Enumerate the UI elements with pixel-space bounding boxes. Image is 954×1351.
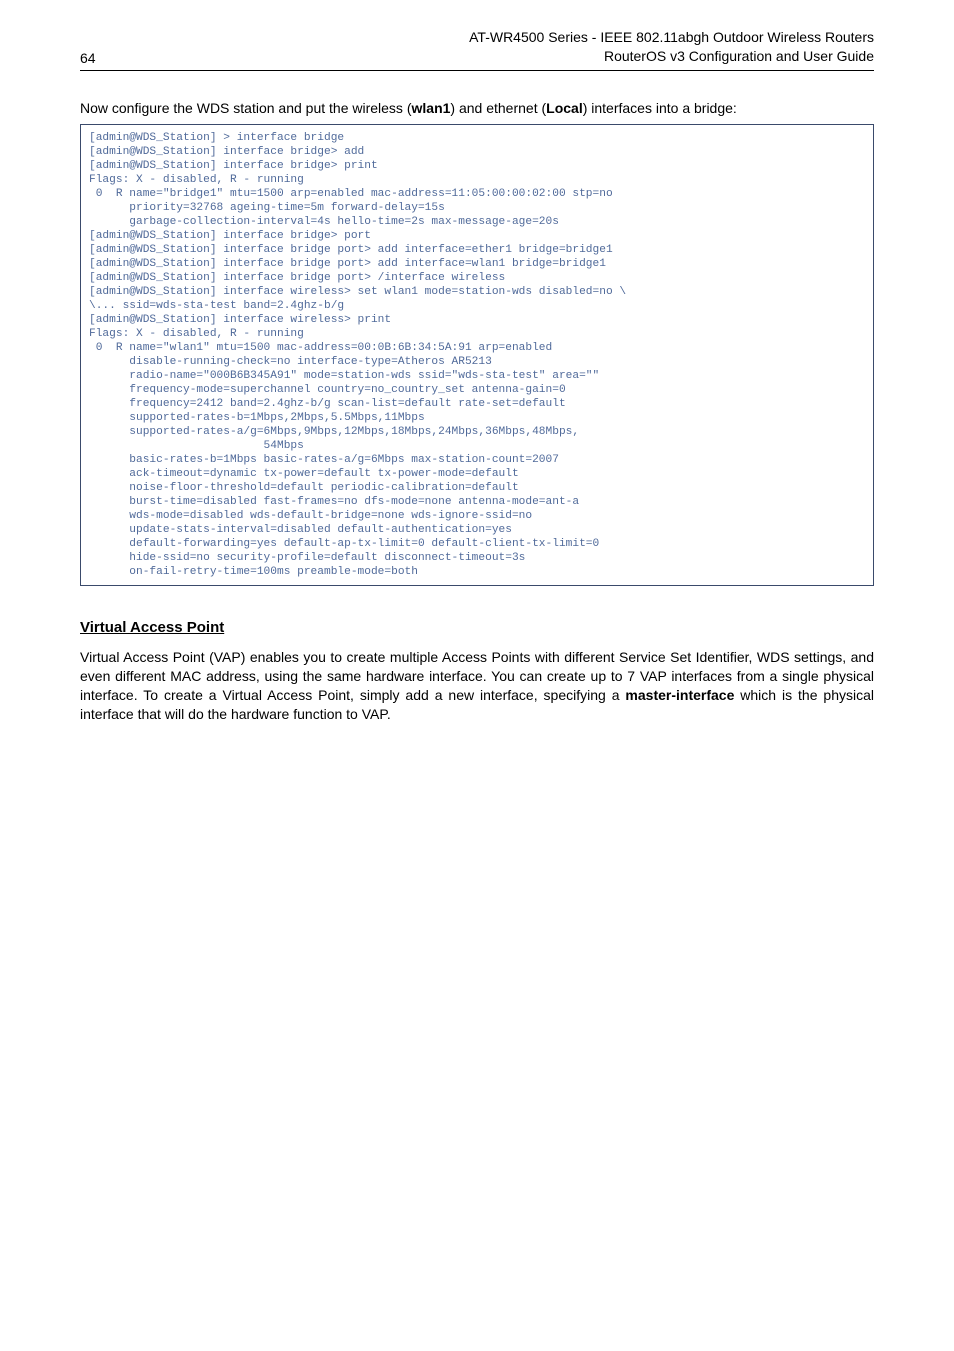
section-heading-vap: Virtual Access Point xyxy=(80,618,874,638)
header-title-line1: AT-WR4500 Series - IEEE 802.11abgh Outdo… xyxy=(469,28,874,47)
header-divider xyxy=(80,70,874,71)
header-title-line2: RouterOS v3 Configuration and User Guide xyxy=(469,47,874,66)
vap-master-interface: master-interface xyxy=(625,687,734,703)
page-number: 64 xyxy=(80,50,96,66)
intro-wlan-label: wlan1 xyxy=(412,100,451,116)
header-title-block: AT-WR4500 Series - IEEE 802.11abgh Outdo… xyxy=(469,28,874,66)
intro-local-label: Local xyxy=(546,100,583,116)
page-container: 64 AT-WR4500 Series - IEEE 802.11abgh Ou… xyxy=(0,0,954,1351)
code-block: [admin@WDS_Station] > interface bridge [… xyxy=(80,124,874,586)
body-content: Now configure the WDS station and put th… xyxy=(80,99,874,724)
page-header: 64 AT-WR4500 Series - IEEE 802.11abgh Ou… xyxy=(80,0,874,66)
vap-paragraph: Virtual Access Point (VAP) enables you t… xyxy=(80,648,874,724)
intro-text-pre: Now configure the WDS station and put th… xyxy=(80,100,412,116)
intro-text-post: ) interfaces into a bridge: xyxy=(583,100,737,116)
intro-text-mid: ) and ethernet ( xyxy=(450,100,546,116)
intro-paragraph: Now configure the WDS station and put th… xyxy=(80,99,874,118)
